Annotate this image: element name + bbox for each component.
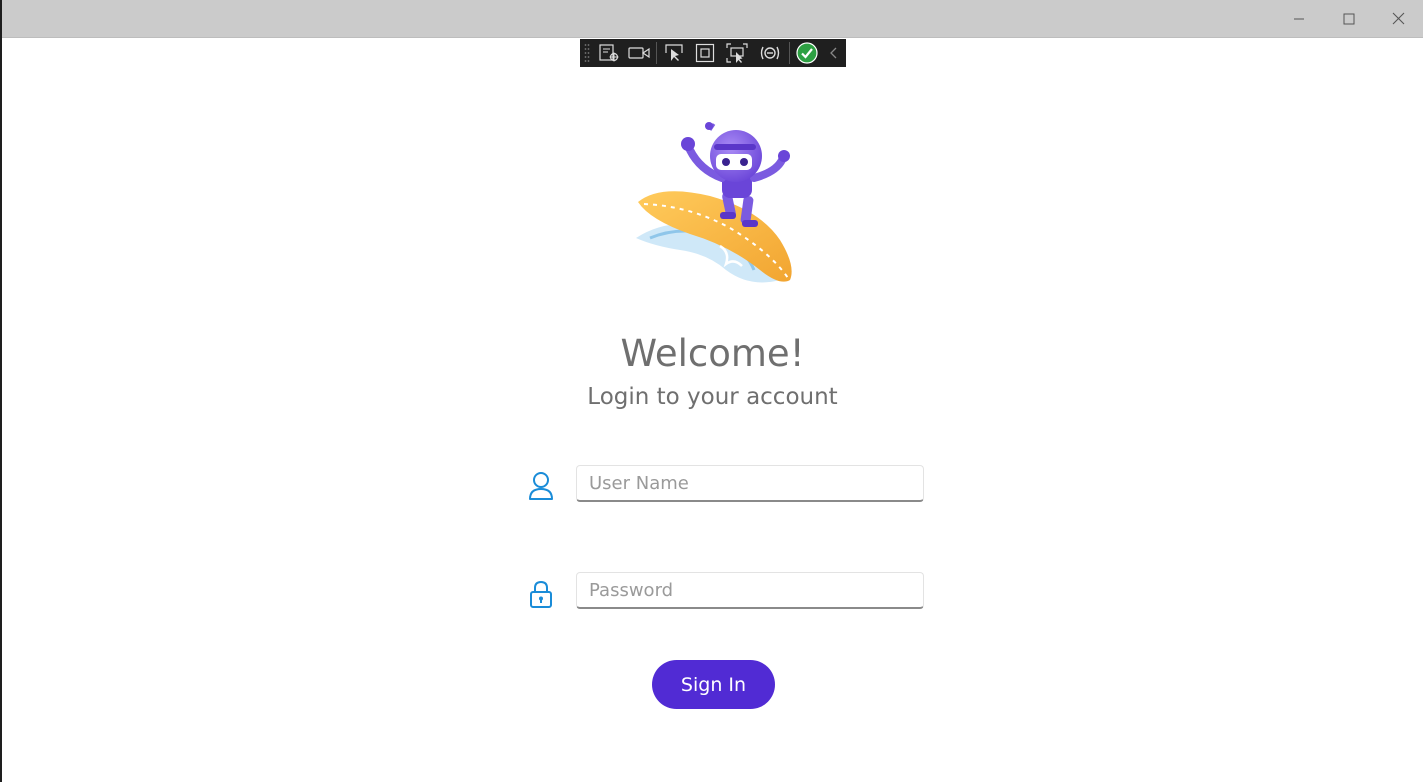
password-field[interactable]: [576, 572, 924, 609]
lock-icon: [528, 579, 554, 609]
username-field[interactable]: [576, 465, 924, 502]
password-input[interactable]: [577, 573, 923, 607]
sign-in-button[interactable]: Sign In: [652, 660, 775, 709]
select-element-button[interactable]: [659, 39, 689, 67]
binding-failures-button[interactable]: [753, 39, 787, 67]
hot-reload-status-button[interactable]: [792, 39, 822, 67]
username-input[interactable]: [577, 466, 923, 500]
user-icon: [528, 471, 554, 501]
xaml-debug-toolbar: [580, 39, 846, 67]
dotnet-bot-surfer-image: [636, 122, 792, 283]
display-layout-adorners-button[interactable]: [689, 39, 721, 67]
collapse-chevron-icon: [830, 47, 837, 59]
app-window: Welcome! Login to your account Sign In: [2, 0, 1423, 782]
maximize-icon: [1343, 13, 1355, 24]
close-icon: [1392, 12, 1404, 25]
live-visual-tree-icon: [599, 44, 619, 62]
binding-failures-icon: [760, 46, 780, 60]
minimize-icon: [1294, 18, 1304, 19]
record-icon: [628, 47, 650, 59]
close-button[interactable]: [1373, 0, 1423, 37]
collapse-toolbar-button[interactable]: [822, 39, 846, 67]
track-focus-icon: [726, 43, 748, 63]
record-button[interactable]: [624, 39, 654, 67]
hot-reload-ok-icon: [796, 42, 818, 64]
live-visual-tree-button[interactable]: [594, 39, 624, 67]
grip-icon[interactable]: [580, 39, 594, 67]
login-subtitle: Login to your account: [587, 384, 838, 410]
title-bar[interactable]: [2, 0, 1423, 38]
maximize-button[interactable]: [1324, 0, 1374, 37]
track-focus-button[interactable]: [721, 39, 753, 67]
toolbar-separator: [656, 42, 657, 64]
select-element-icon: [665, 44, 683, 61]
display-layout-adorners-icon: [695, 43, 715, 63]
toolbar-separator: [789, 42, 790, 64]
welcome-heading: Welcome!: [620, 332, 805, 375]
minimize-button[interactable]: [1274, 0, 1324, 37]
